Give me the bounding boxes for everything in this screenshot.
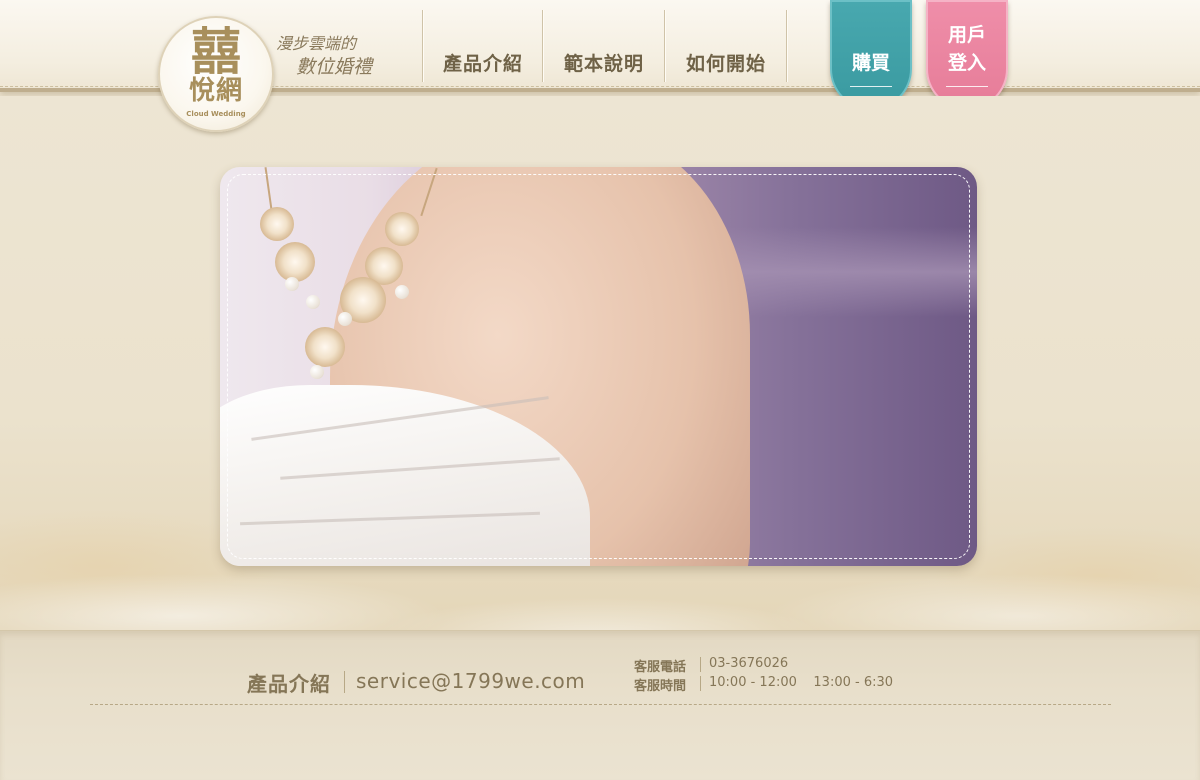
footer-dashed-divider <box>90 704 1111 705</box>
buy-label: 購買 <box>851 52 890 74</box>
phone-number: 03-3676026 <box>709 656 789 671</box>
hero-banner <box>220 167 977 566</box>
footer: 產品介紹 service@1799we.com 客服電話 03-3676026 … <box>0 630 1200 780</box>
logo-name: 悅網 <box>188 76 243 106</box>
logo-subtitle: Cloud Wedding <box>186 110 246 118</box>
slogan-line-2: 數位婚禮 <box>296 56 373 78</box>
slogan-line-1: 漫步雲端的 <box>276 34 357 53</box>
login-label-line2: 登入 <box>947 52 986 74</box>
nav-divider <box>786 10 788 82</box>
tab-underline <box>850 86 892 87</box>
login-button[interactable]: 用戶 登入 <box>926 0 1008 110</box>
footer-info-separator <box>700 676 701 691</box>
footer-separator <box>344 671 345 693</box>
footer-link-products[interactable]: 產品介紹 <box>247 668 331 697</box>
nav-item-templates[interactable]: 範本說明 <box>544 50 664 78</box>
tab-underline <box>946 86 988 87</box>
hours-label: 客服時間 <box>634 679 687 694</box>
phone-label: 客服電話 <box>634 660 687 675</box>
footer-info-separator <box>700 657 701 672</box>
hero-dashed-border <box>227 174 970 559</box>
nav-item-products[interactable]: 產品介紹 <box>424 50 542 78</box>
service-hours: 10:00 - 12:00 13:00 - 6:30 <box>709 675 894 690</box>
login-label-line1: 用戶 <box>947 24 986 46</box>
logo[interactable]: 囍 悅網 Cloud Wedding <box>158 16 274 132</box>
footer-email-link[interactable]: service@1799we.com <box>356 669 585 693</box>
buy-button[interactable]: 購買 <box>830 0 912 110</box>
nav-item-getting-started[interactable]: 如何開始 <box>666 50 786 78</box>
double-happiness-icon: 囍 <box>191 22 241 81</box>
